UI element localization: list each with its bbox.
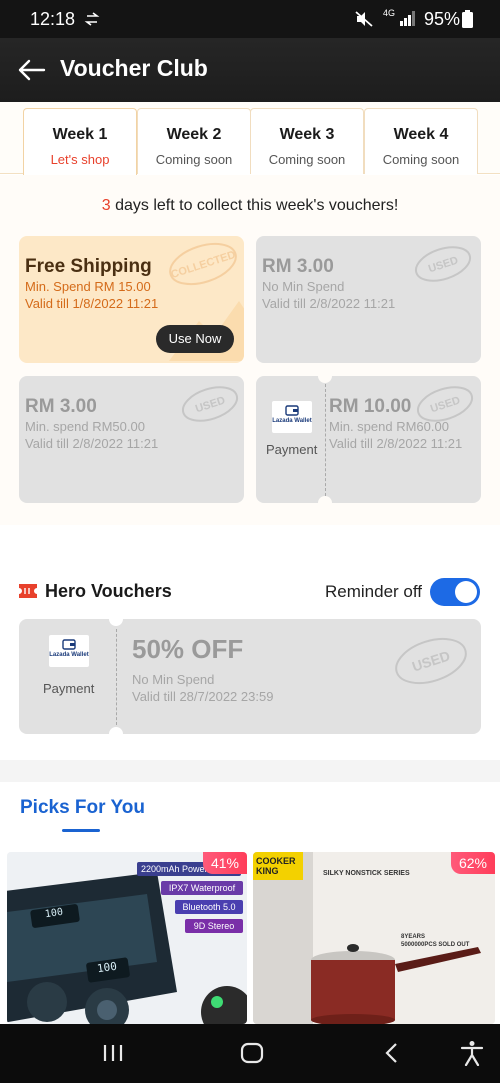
earbuds-product-image — [7, 852, 247, 1024]
voucher-valid: Valid till 28/7/2022 23:59 — [132, 689, 274, 704]
brand-logo: COOKER KING — [253, 852, 303, 880]
discount-badge: 41% — [202, 852, 247, 874]
days-left-text: 3 days left to collect this week's vouch… — [0, 197, 500, 215]
lazada-wallet-logo: Lazada Wallet — [49, 635, 89, 667]
feature-tag: 9D Stereo — [185, 919, 243, 933]
app-bar: Voucher Club — [0, 38, 500, 102]
back-nav-icon[interactable] — [383, 1042, 401, 1064]
section-divider — [0, 760, 500, 782]
tab-status: Coming soon — [155, 152, 233, 167]
ticket-notch — [318, 496, 332, 503]
sync-icon — [84, 12, 100, 26]
week-tabs: Week 1 Let's shop Week 2 Coming soon Wee… — [0, 102, 500, 175]
home-icon[interactable] — [240, 1042, 264, 1064]
voucher-valid: Valid till 2/8/2022 11:21 — [329, 436, 463, 451]
wallet-icon — [62, 639, 76, 650]
collected-stamp-icon: COLLECTED — [169, 242, 237, 286]
stamp-text: USED — [427, 255, 460, 276]
payment-label: Payment — [266, 442, 318, 457]
tab-week-3[interactable]: Week 3 Coming soon — [250, 108, 364, 174]
product-series: SILKY NONSTICK SERIES — [323, 870, 410, 877]
tab-label: Week 3 — [279, 126, 335, 143]
use-now-button[interactable]: Use Now — [156, 325, 234, 353]
voucher-title: 50% OFF — [132, 634, 244, 664]
back-arrow-icon[interactable] — [16, 54, 48, 86]
recent-apps-icon[interactable] — [102, 1042, 124, 1064]
voucher-min-spend: No Min Spend — [132, 672, 215, 687]
product-card-earbuds[interactable]: 100 100 2200mAh Power IPX7 Waterproof Bl… — [7, 852, 247, 1024]
toggle-knob — [455, 581, 477, 603]
used-stamp-icon: USED — [181, 386, 239, 422]
voucher-rm10-payment: Lazada Wallet Payment RM 10.00 Min. spen… — [256, 376, 481, 503]
tab-week-2[interactable]: Week 2 Coming soon — [137, 108, 251, 174]
case-display-2: 100 — [96, 959, 118, 976]
used-stamp-icon: USED — [414, 246, 472, 282]
product-card-cooker-king[interactable]: COOKER KING SILKY NONSTICK SERIES 8YEARS… — [253, 852, 495, 1024]
voucher-rm3-no-min: RM 3.00 No Min Spend Valid till 2/8/2022… — [256, 236, 481, 363]
reminder-toggle[interactable] — [430, 578, 480, 606]
voucher-min-spend: Min. Spend RM 15.00 — [25, 279, 151, 294]
tab-week-1[interactable]: Week 1 Let's shop — [23, 108, 137, 175]
picks-underline — [62, 829, 100, 832]
product-claim: 5000000PCS SOLD OUT — [401, 942, 470, 948]
ticket-notch — [318, 376, 332, 383]
feature-tag: Bluetooth 5.0 — [175, 900, 243, 914]
reminder-label: Reminder off — [324, 582, 422, 601]
tab-status: Coming soon — [382, 152, 460, 167]
hero-vouchers-title: Hero Vouchers — [45, 581, 172, 601]
network-label: 4G — [383, 8, 396, 18]
ticket-notch — [109, 619, 123, 626]
ticket-notch — [109, 727, 123, 734]
tab-status: Let's shop — [50, 152, 110, 167]
stamp-text: COLLECTED — [169, 249, 237, 281]
voucher-rm3-min50: RM 3.00 Min. spend RM50.00 Valid till 2/… — [19, 376, 244, 503]
mute-icon — [355, 11, 373, 27]
voucher-free-shipping[interactable]: Free Shipping Min. Spend RM 15.00 Valid … — [19, 236, 244, 363]
wallet-text: Lazada Wallet — [49, 652, 89, 658]
voucher-valid: Valid till 2/8/2022 11:21 — [25, 436, 159, 451]
signal-icon — [400, 11, 415, 26]
status-time: 12:18 — [30, 9, 76, 29]
stamp-text: USED — [194, 395, 227, 416]
voucher-min-spend: No Min Spend — [262, 279, 345, 294]
battery-percent: 95% — [423, 9, 460, 29]
days-left-message: days left to collect this week's voucher… — [110, 197, 399, 214]
tab-label: Week 4 — [393, 126, 449, 143]
ticket-divider — [325, 384, 326, 496]
accessibility-icon[interactable] — [460, 1040, 484, 1066]
tab-label: Week 1 — [52, 126, 108, 143]
voucher-title: RM 3.00 — [25, 396, 97, 417]
voucher-title: Free Shipping — [25, 256, 152, 277]
ticket-divider — [116, 629, 117, 725]
used-stamp-icon: USED — [395, 637, 467, 685]
voucher-title: RM 10.00 — [329, 396, 412, 417]
discount-badge: 62% — [450, 852, 495, 874]
hero-vouchers-header: Hero Vouchers Reminder off — [0, 575, 500, 606]
wallet-icon — [285, 405, 299, 416]
days-left-count: 3 — [101, 197, 111, 214]
battery-icon — [462, 10, 473, 28]
hero-voucher-50-off: Lazada Wallet Payment 50% OFF No Min Spe… — [19, 619, 481, 734]
wallet-text: Lazada Wallet — [272, 418, 312, 424]
voucher-valid: Valid till 2/8/2022 11:21 — [262, 296, 396, 311]
ticket-icon — [19, 584, 37, 598]
picks-for-you-title: Picks For You — [20, 797, 145, 818]
voucher-title: RM 3.00 — [262, 256, 334, 277]
voucher-valid: Valid till 1/8/2022 11:21 — [25, 296, 159, 311]
lazada-wallet-logo: Lazada Wallet — [272, 401, 312, 433]
page-title: Voucher Club — [60, 55, 208, 81]
stamp-text: USED — [410, 647, 452, 674]
stamp-text: USED — [429, 395, 462, 416]
status-bar: 12:18 4G 95% — [0, 0, 500, 38]
tab-label: Week 2 — [166, 126, 222, 143]
product-claim: 8YEARS — [401, 934, 426, 940]
used-stamp-icon: USED — [416, 386, 474, 422]
tab-status: Coming soon — [268, 152, 346, 167]
payment-label: Payment — [43, 681, 95, 696]
system-nav-bar — [0, 1024, 500, 1083]
voucher-min-spend: Min. spend RM50.00 — [25, 419, 145, 434]
feature-tag: IPX7 Waterproof — [161, 881, 243, 895]
tab-week-4[interactable]: Week 4 Coming soon — [364, 108, 478, 174]
